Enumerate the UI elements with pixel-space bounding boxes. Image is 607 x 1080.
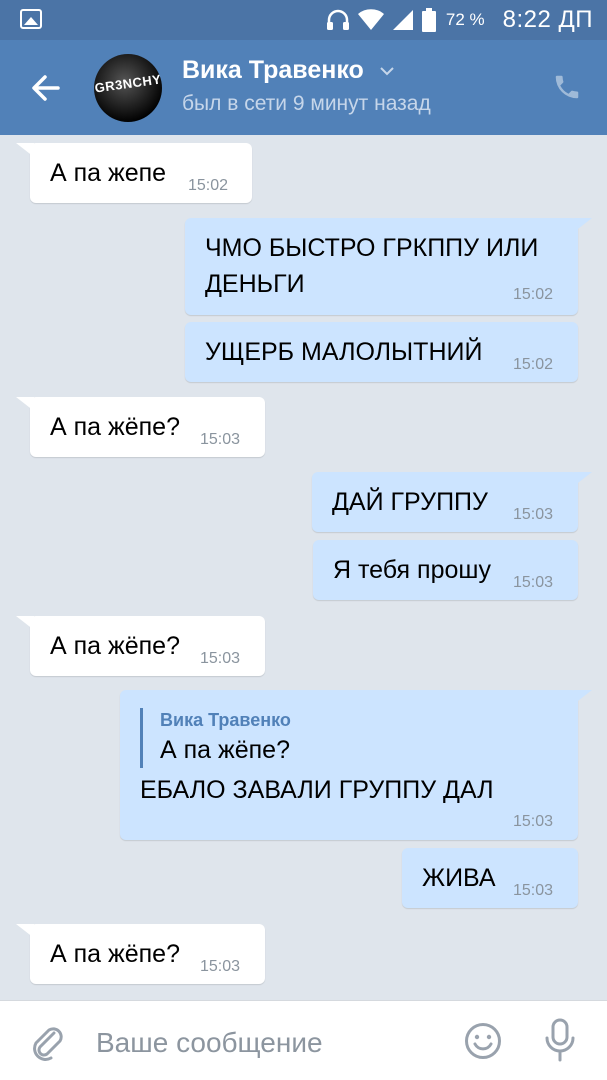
bubble-tail [574, 690, 592, 704]
avatar[interactable]: GR3NCHY [94, 54, 162, 122]
bubble-tail [16, 143, 34, 157]
contact-status: был в сети 9 минут назад [182, 92, 431, 115]
message-time: 15:03 [513, 813, 554, 830]
message-text: ДЕНЬГИ [205, 270, 305, 298]
message-text: А па жепе [50, 159, 167, 187]
bubble-tail [16, 397, 34, 411]
phone-icon[interactable] [552, 72, 582, 102]
status-time: 8:22 ДП [502, 6, 593, 33]
message-time: 15:03 [200, 431, 241, 448]
message-input-bar: Ваше сообщение [0, 1000, 607, 1080]
message-text: Я тебя прошу [333, 556, 491, 584]
message-time: 15:02 [513, 356, 554, 373]
message-outgoing[interactable]: ДАЙ ГРУППУ 15:03 [312, 472, 592, 532]
gallery-icon [20, 9, 42, 29]
back-arrow-icon[interactable] [28, 70, 64, 106]
message-text: УЩЕРБ МАЛОЛЫТНИЙ [205, 338, 483, 366]
message-incoming[interactable]: А па жёпе? 15:03 [16, 616, 265, 676]
message-text: ЧМО БЫСТРО ГРКППУ ИЛИ [205, 234, 539, 262]
message-list: А па жепе 15:02 ЧМО БЫСТРО ГРКППУ ИЛИ ДЕ… [0, 135, 607, 1000]
message-incoming[interactable]: А па жёпе? 15:03 [16, 924, 265, 984]
chevron-down-icon[interactable] [380, 66, 394, 76]
message-text: ЕБАЛО ЗАВАЛИ ГРУППУ ДАЛ [140, 776, 494, 804]
message-text: ЖИВА [422, 864, 496, 892]
message-time: 15:02 [513, 286, 554, 303]
message-time: 15:03 [200, 958, 241, 975]
bubble-tail [574, 472, 592, 486]
avatar-text: GR3NCHY [94, 71, 162, 96]
message-input[interactable]: Ваше сообщение [96, 1027, 323, 1059]
wifi-icon [357, 9, 384, 30]
smile-icon[interactable] [464, 1022, 502, 1060]
reply-author: Вика Травенко [160, 710, 291, 730]
message-time: 15:03 [513, 574, 554, 591]
message-outgoing[interactable]: Я тебя прошу 15:03 [313, 540, 578, 600]
message-time: 15:03 [200, 650, 241, 667]
message-outgoing[interactable]: УЩЕРБ МАЛОЛЫТНИЙ 15:02 [185, 322, 578, 382]
bubble-tail [16, 924, 34, 938]
signal-icon [392, 10, 413, 30]
message-text: ДАЙ ГРУППУ [332, 488, 488, 516]
paperclip-icon[interactable] [28, 1021, 66, 1061]
message-text: А па жёпе? [50, 632, 180, 660]
reply-quote-bar [140, 708, 143, 768]
message-time: 15:03 [513, 882, 554, 899]
message-text: А па жёпе? [50, 413, 180, 441]
battery-percent: 72 % [445, 10, 485, 29]
microphone-icon[interactable] [543, 1018, 577, 1062]
message-outgoing-reply[interactable]: Вика Травенко А па жёпе? ЕБАЛО ЗАВАЛИ ГР… [120, 690, 592, 840]
battery-icon [421, 8, 436, 32]
message-time: 15:02 [188, 177, 229, 194]
bubble-tail [16, 616, 34, 630]
chat-header: GR3NCHY Вика Травенко был в сети 9 минут… [0, 40, 607, 135]
contact-name[interactable]: Вика Травенко [182, 56, 364, 85]
message-time: 15:03 [513, 506, 554, 523]
headphones-icon [326, 9, 349, 30]
message-text: А па жёпе? [50, 940, 180, 968]
message-outgoing[interactable]: ЧМО БЫСТРО ГРКППУ ИЛИ ДЕНЬГИ 15:02 [185, 218, 592, 315]
reply-text: А па жёпе? [160, 736, 290, 764]
status-bar: 72 % 8:22 ДП [0, 0, 607, 40]
bubble-tail [574, 218, 592, 232]
message-incoming[interactable]: А па жёпе? 15:03 [16, 397, 265, 457]
message-outgoing[interactable]: ЖИВА 15:03 [402, 848, 578, 908]
message-incoming[interactable]: А па жепе 15:02 [16, 143, 252, 203]
